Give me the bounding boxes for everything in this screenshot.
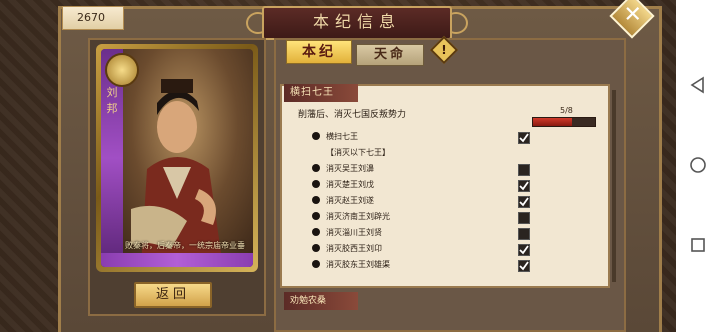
checkbox-checked [518,132,530,144]
task-label: 消灭吴王刘濞 [326,164,374,173]
character-portrait: 刘邦 败秦将，后秦帝，一统宗庙帝业垂成，天下 [101,49,253,267]
task-row: 消灭淄川王刘贤 [312,227,382,241]
checkbox-unchecked [518,164,530,176]
bullet-icon [312,212,320,220]
tab-benji[interactable]: 本纪 [286,40,352,64]
task-row: 消灭赵王刘遂 [312,195,374,209]
card-bottom-trim [101,253,253,267]
bullet-icon [312,196,320,204]
task-row: 消灭济南王刘辟光 [312,211,390,225]
task-label: 消灭淄川王刘贤 [326,228,382,237]
card-side-text: 刘邦 [106,86,118,115]
quest-title: 横扫七王 [284,84,358,102]
page-title: 本纪信息 [262,6,452,40]
quest-description: 削藩后、消灭七国反叛势力 [298,110,407,120]
scrollbar[interactable] [612,90,616,282]
bullet-icon [312,260,320,268]
checkmark-icon [519,181,529,191]
bullet-icon [312,132,320,140]
character-card: 刘邦 败秦将，后秦帝，一统宗庙帝业垂成，天下 [96,44,258,272]
task-row: 消灭楚王刘戊 [312,179,374,193]
currency-display: 2670 [62,6,124,30]
checkbox-unchecked [518,212,530,224]
next-quest-title: 劝勉农桑 [284,292,358,310]
bullet-icon [312,244,320,252]
task-label: 消灭胶西王刘卬 [326,244,382,253]
task-label: 【消灭以下七王】 [326,148,390,157]
task-label: 消灭济南王刘辟光 [326,212,390,221]
task-label: 消灭楚王刘戊 [326,180,374,189]
task-row: 消灭吴王刘濞 [312,163,374,177]
android-nav-bar [676,0,720,332]
quest-progress-bar [532,117,596,127]
checkbox-checked [518,260,530,272]
info-symbol: ! [441,43,447,57]
checkbox-unchecked [518,228,530,240]
return-button[interactable]: 返回 [134,282,212,308]
task-label: 横扫七王 [326,132,358,141]
bullet-icon [312,164,320,172]
checkbox-checked [518,180,530,192]
bullet-icon [312,180,320,188]
home-nav-icon[interactable] [689,156,707,178]
checkmark-icon [519,133,529,143]
checkbox-checked [518,244,530,256]
quest-progress-fill [533,118,572,126]
checkbox-checked [518,196,530,208]
checkmark-icon [519,261,529,271]
close-icon: ✕ [623,2,642,28]
rank-medal-icon [105,53,139,87]
task-row: 【消灭以下七王】 [312,147,390,161]
back-nav-icon[interactable] [689,76,707,98]
currency-value: 2670 [77,11,105,24]
tab-tianming[interactable]: 天命 [356,44,424,66]
recents-nav-icon[interactable] [689,236,707,258]
task-row: 消灭胶东王刘雄渠 [312,259,390,273]
checkmark-icon [519,245,529,255]
task-row: 横扫七王 [312,131,358,145]
task-label: 消灭胶东王刘雄渠 [326,260,390,269]
bullet-icon [312,228,320,236]
task-row: 消灭胶西王刘卬 [312,243,382,257]
checkmark-icon [519,197,529,207]
task-label: 消灭赵王刘遂 [326,196,374,205]
quest-progress-text: 5/8 [560,106,573,115]
